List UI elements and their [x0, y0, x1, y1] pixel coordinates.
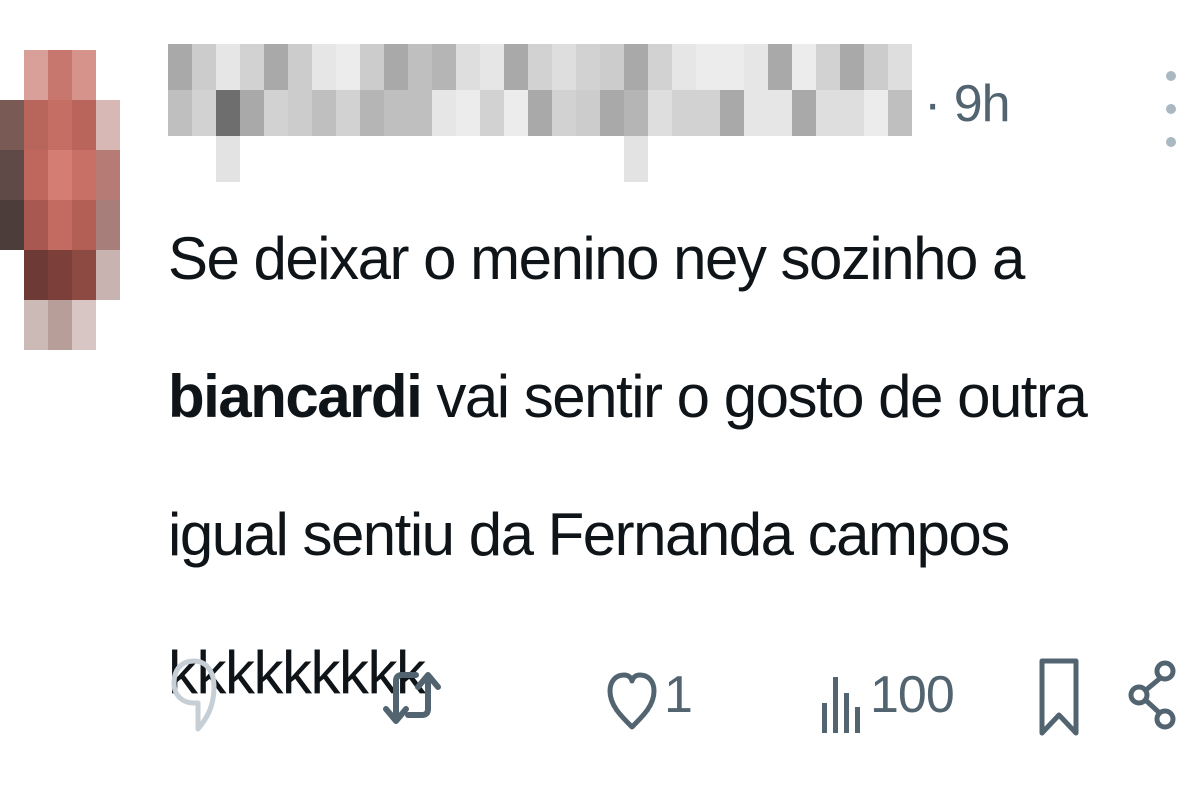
bookmark-icon — [1039, 658, 1079, 736]
repost-icon — [383, 672, 441, 724]
bookmark-button[interactable] — [1036, 640, 1082, 750]
avatar[interactable] — [0, 50, 140, 350]
tweet-text-bold: biancardi — [168, 363, 423, 430]
more-options-icon[interactable] — [1160, 64, 1182, 154]
action-bar: 1 100 — [0, 640, 1200, 750]
share-button[interactable] — [1128, 640, 1178, 750]
username-redacted[interactable] — [168, 44, 916, 182]
share-icon — [1128, 660, 1176, 730]
reply-icon — [171, 658, 217, 732]
views-button[interactable]: 100 — [818, 640, 955, 750]
views-count: 100 — [870, 666, 955, 724]
repost-button[interactable] — [382, 640, 448, 750]
like-button[interactable]: 1 — [606, 640, 693, 750]
tweet-text-part: Se deixar o menino ney sozinho a — [168, 225, 1025, 292]
tweet: · 9h Se deixar o menino ney sozinho a bi… — [0, 0, 1200, 800]
reply-button[interactable] — [168, 640, 226, 750]
timestamp[interactable]: · 9h — [924, 74, 1011, 134]
heart-icon — [607, 672, 657, 730]
views-icon — [822, 677, 860, 733]
like-count: 1 — [664, 666, 693, 724]
